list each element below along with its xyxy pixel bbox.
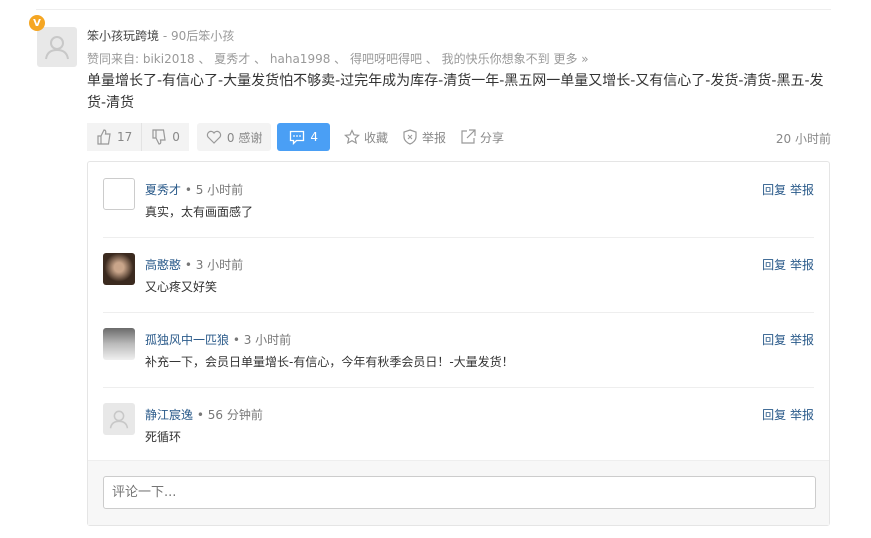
report-link[interactable]: 举报 bbox=[790, 333, 814, 347]
post-time: 20 小时前 bbox=[775, 132, 831, 146]
avatar[interactable] bbox=[37, 27, 77, 67]
user-icon bbox=[109, 410, 129, 429]
comment-text: 死循环 bbox=[145, 430, 182, 444]
commenter-name[interactable]: 静江宸逸 bbox=[145, 408, 193, 422]
author-name[interactable]: 笨小孩玩跨境 bbox=[87, 29, 159, 43]
comment-item: 夏秀才 • 5 小时前 真实，太有画面感了 回复 举报 bbox=[103, 162, 814, 238]
comment-item: 高憨憨 • 3 小时前 又心疼又好笑 回复 举报 bbox=[103, 237, 814, 313]
reply-link[interactable]: 回复 bbox=[762, 258, 786, 272]
report-link[interactable]: 举报 bbox=[790, 258, 814, 272]
broken-image-avatar[interactable] bbox=[103, 178, 135, 210]
user-icon bbox=[45, 36, 69, 60]
divider bbox=[36, 9, 831, 10]
thanks-button[interactable]: 0 感谢 bbox=[196, 123, 272, 151]
thumbs-up-icon bbox=[97, 129, 111, 145]
voters: 赞同来自: biki2018 、 夏秀才 、 haha1998 、 得吧呀吧得吧… bbox=[87, 52, 589, 66]
reply-link[interactable]: 回复 bbox=[762, 333, 786, 347]
report-button[interactable]: 举报 bbox=[402, 129, 446, 146]
post-content: 单量增长了-有信心了-大量发货怕不够卖-过完年成为库存-清货一年-黑五网一单量又… bbox=[87, 73, 824, 111]
report-link[interactable]: 举报 bbox=[790, 183, 814, 197]
verified-badge: V bbox=[29, 15, 45, 31]
shield-icon bbox=[403, 129, 417, 145]
commenter-name[interactable]: 高憨憨 bbox=[145, 258, 181, 272]
comment-text: 又心疼又好笑 bbox=[145, 280, 218, 294]
avatar[interactable] bbox=[103, 403, 135, 435]
comment-item: 静江宸逸 • 56 分钟前 死循环 回复 举报 bbox=[103, 387, 814, 462]
downvote-button[interactable]: 0 bbox=[142, 123, 189, 151]
thumbs-down-icon bbox=[152, 129, 166, 145]
comment-text: 真实，太有画面感了 bbox=[145, 205, 254, 219]
more-voters-link[interactable]: 更多 » bbox=[553, 52, 588, 66]
share-icon bbox=[461, 129, 476, 144]
share-button[interactable]: 分享 bbox=[460, 129, 504, 146]
action-bar: 17 0 0 感谢 4 收藏 举报 分享 bbox=[87, 123, 504, 151]
comment-text: 补充一下，会员日单量增长-有信心，今年有秋季会员日！-大量发货！ bbox=[145, 355, 514, 369]
comment-item: 孤独风中一匹狼 • 3 小时前 补充一下，会员日单量增长-有信心，今年有秋季会员… bbox=[103, 312, 814, 388]
comments-panel: 夏秀才 • 5 小时前 真实，太有画面感了 回复 举报 高憨憨 • 3 小时前 … bbox=[87, 161, 830, 526]
avatar[interactable] bbox=[103, 253, 135, 285]
post-header: 笨小孩玩跨境 - 90后笨小孩 bbox=[87, 29, 235, 43]
comment-input[interactable] bbox=[103, 476, 816, 509]
commenter-name[interactable]: 夏秀才 bbox=[145, 183, 181, 197]
reply-link[interactable]: 回复 bbox=[762, 408, 786, 422]
star-icon bbox=[344, 129, 361, 145]
avatar[interactable] bbox=[103, 328, 135, 360]
upvote-button[interactable]: 17 bbox=[87, 123, 142, 151]
heart-icon bbox=[206, 130, 222, 144]
comment-footer bbox=[88, 460, 829, 525]
comments-button[interactable]: 4 bbox=[277, 123, 331, 151]
commenter-name[interactable]: 孤独风中一匹狼 bbox=[145, 333, 229, 347]
reply-link[interactable]: 回复 bbox=[762, 183, 786, 197]
voter-list[interactable]: biki2018 、 夏秀才 、 haha1998 、 得吧呀吧得吧 、 我的快… bbox=[143, 52, 550, 66]
author-signature: 90后笨小孩 bbox=[170, 29, 235, 43]
report-link[interactable]: 举报 bbox=[790, 408, 814, 422]
comment-icon bbox=[290, 130, 305, 145]
favorite-button[interactable]: 收藏 bbox=[344, 129, 388, 146]
